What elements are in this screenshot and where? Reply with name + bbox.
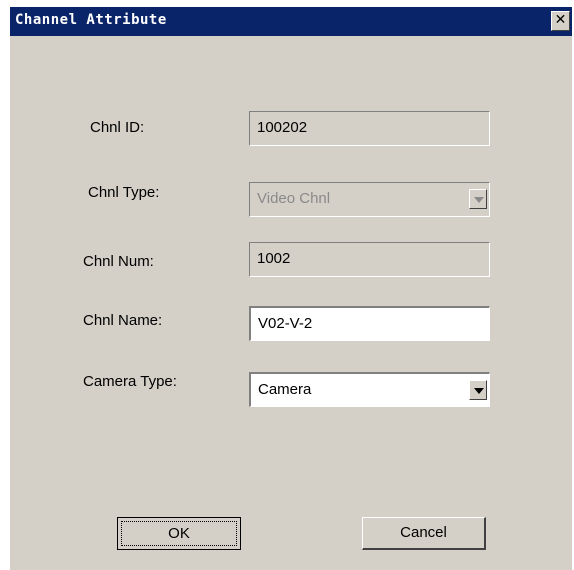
chevron-down-icon — [474, 197, 484, 203]
cancel-button[interactable]: Cancel — [362, 517, 486, 550]
ok-button[interactable]: OK — [117, 517, 241, 550]
camera-type-select[interactable]: Camera — [249, 372, 490, 407]
camera-type-value: Camera — [258, 381, 312, 398]
chnl-num-label: Chnl Num: — [83, 253, 154, 270]
close-button[interactable]: ✕ — [551, 11, 570, 31]
ok-button-label: OK — [121, 521, 237, 546]
window-title: Channel Attribute — [15, 12, 167, 28]
cancel-button-label: Cancel — [400, 524, 447, 541]
chnl-name-label: Chnl Name: — [83, 312, 163, 329]
chnl-type-dropdown-button — [469, 189, 487, 209]
title-bar: Channel Attribute ✕ — [10, 7, 572, 36]
channel-attribute-dialog: Channel Attribute ✕ Chnl ID: 100202 Chnl… — [10, 7, 572, 570]
chnl-type-label: Chnl Type: — [88, 184, 160, 201]
close-icon: ✕ — [554, 12, 567, 28]
chnl-id-value: 100202 — [257, 119, 308, 136]
chnl-id-label: Chnl ID: — [90, 119, 145, 136]
chnl-num-field: 1002 — [249, 242, 490, 277]
chnl-id-field: 100202 — [249, 111, 490, 146]
chnl-name-value: V02-V-2 — [258, 315, 313, 332]
camera-type-dropdown-button[interactable] — [469, 380, 487, 400]
chevron-down-icon — [474, 388, 484, 394]
chnl-num-value: 1002 — [257, 250, 291, 267]
chnl-type-select: Video Chnl — [249, 182, 490, 217]
chnl-type-value: Video Chnl — [257, 190, 331, 207]
camera-type-label: Camera Type: — [83, 373, 177, 390]
chnl-name-input[interactable]: V02-V-2 — [249, 306, 490, 341]
